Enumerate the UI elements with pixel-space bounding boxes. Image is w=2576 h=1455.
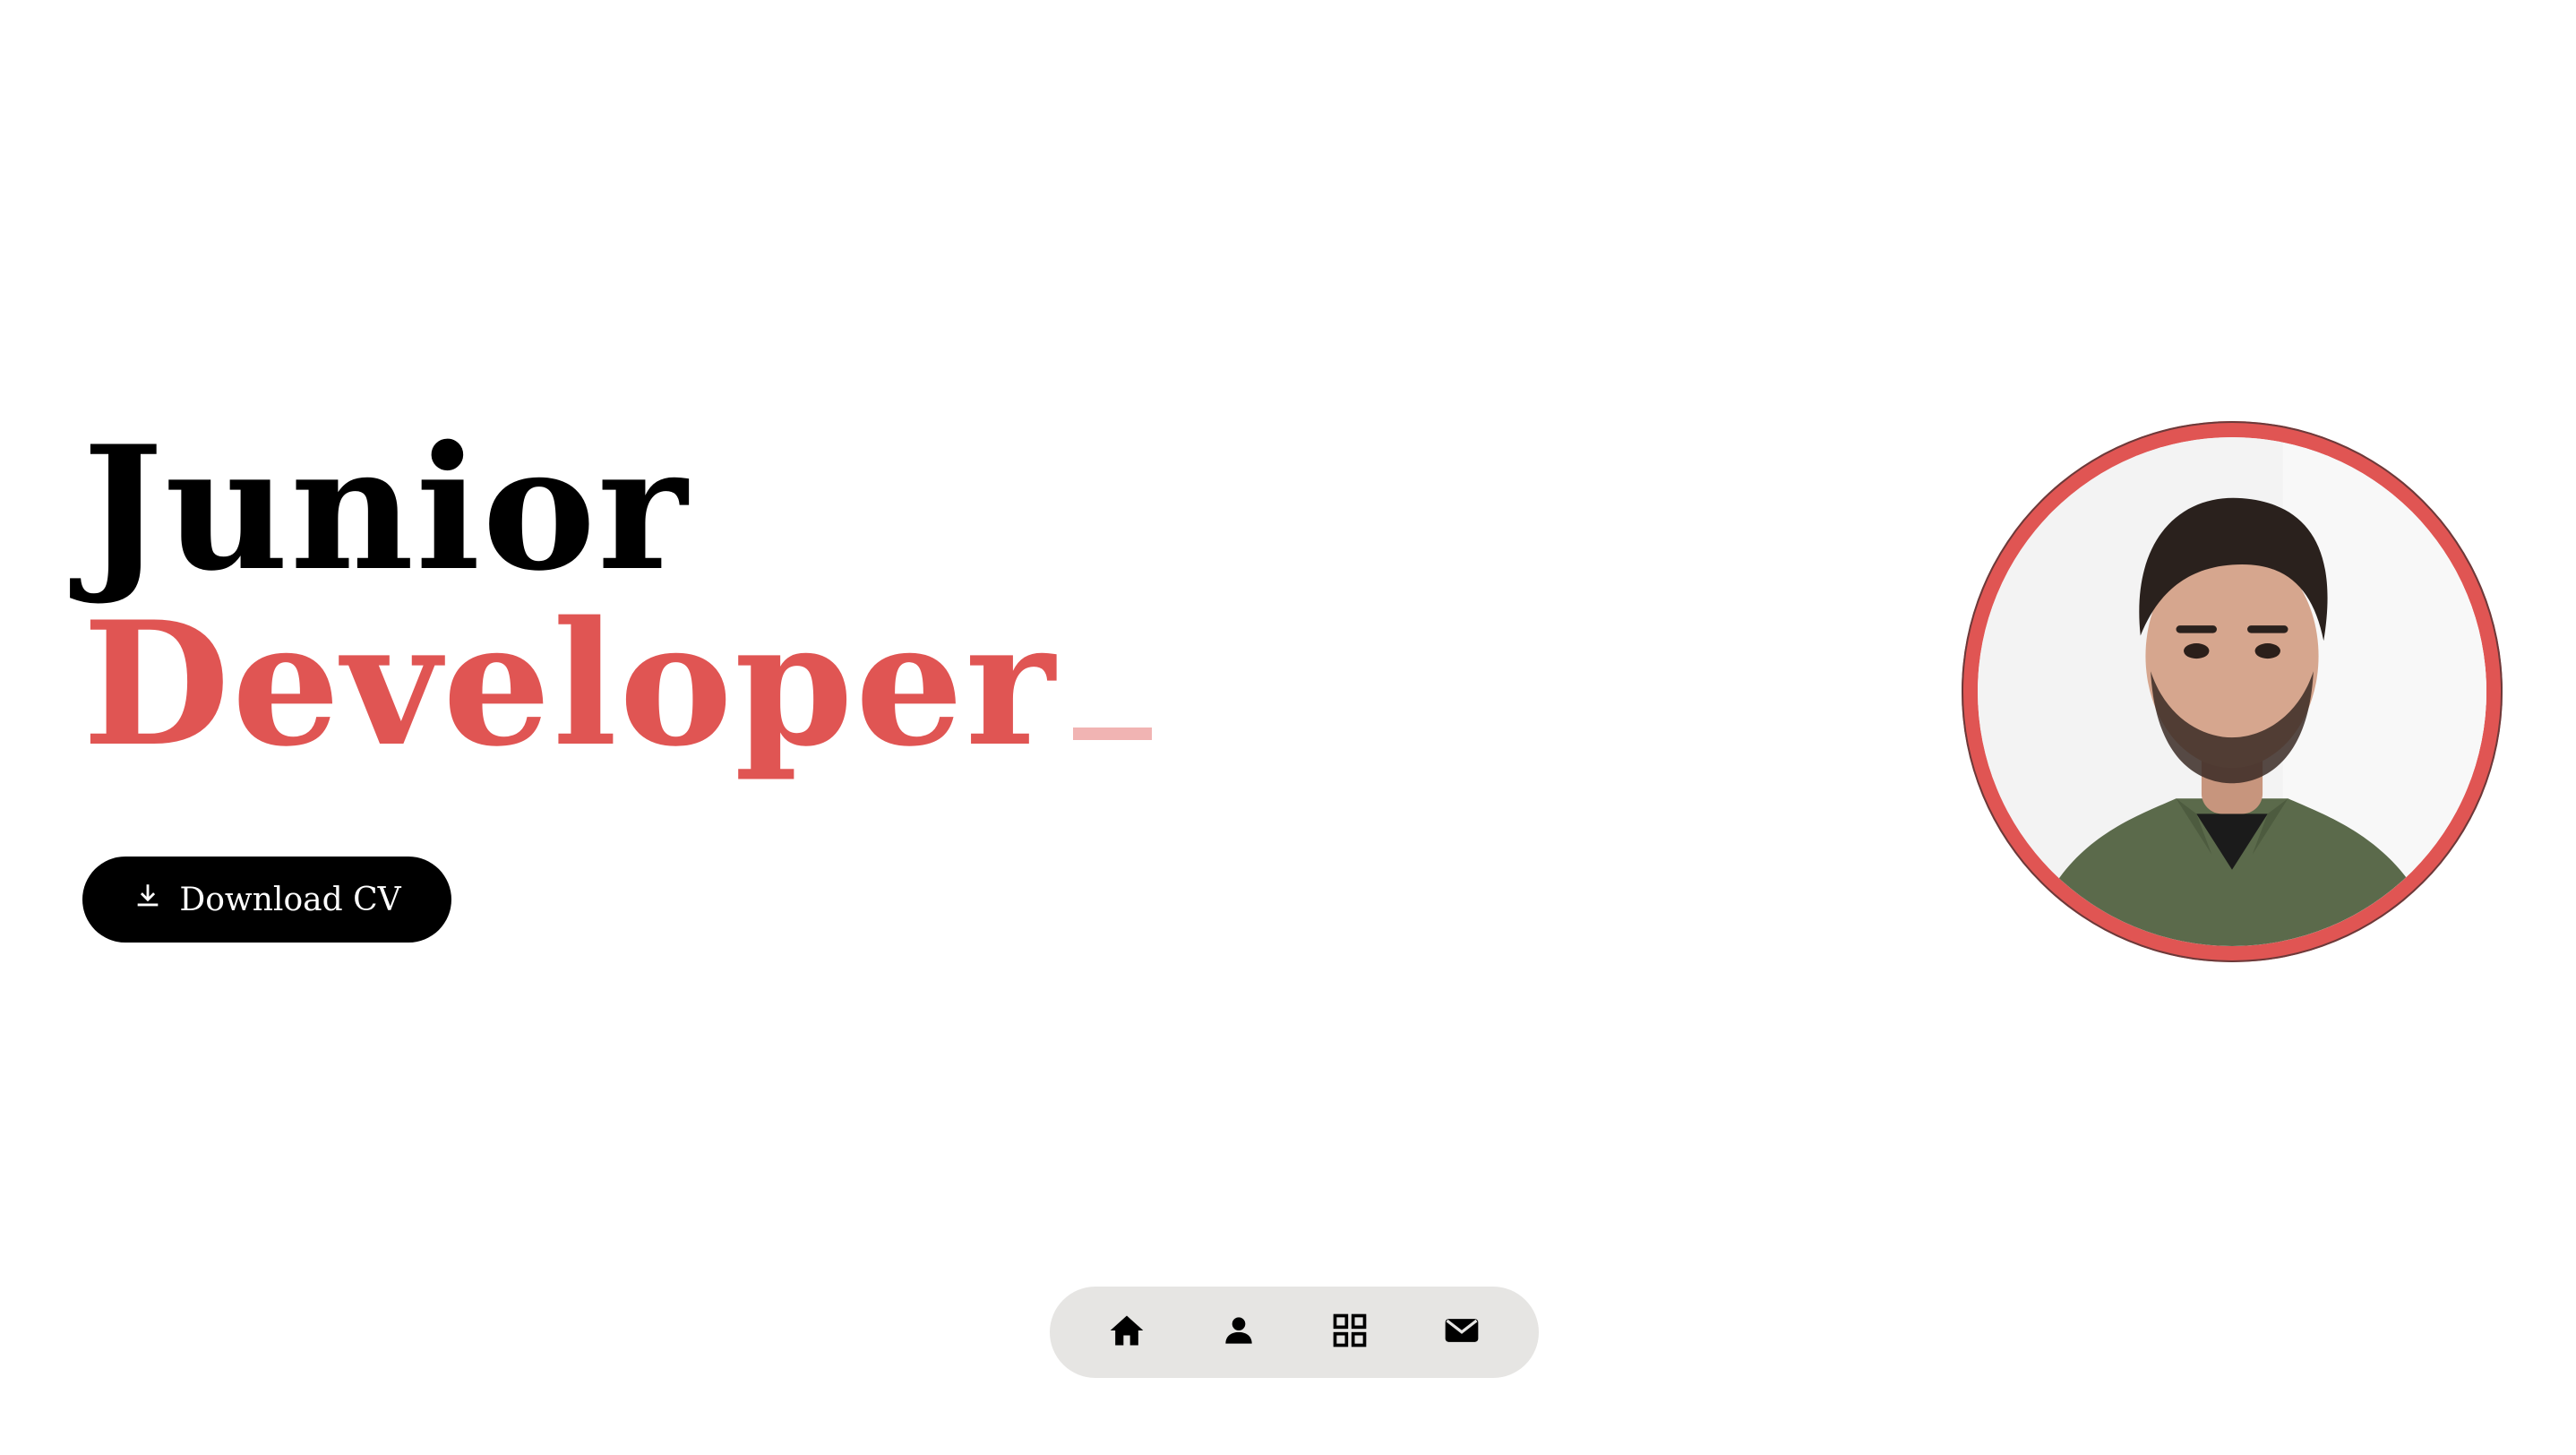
bottom-dock-nav	[1050, 1287, 1539, 1378]
dock-projects-button[interactable]	[1323, 1305, 1377, 1359]
typing-cursor	[1072, 728, 1152, 740]
dock-contact-button[interactable]	[1435, 1305, 1489, 1359]
profile-photo	[1978, 437, 2486, 946]
mail-icon	[1442, 1311, 1481, 1354]
home-icon	[1107, 1311, 1146, 1354]
hero-title-line-2: Developer	[82, 597, 1152, 772]
hero-title-accent: Developer	[82, 584, 1057, 784]
hero-heading: Junior Developer	[82, 421, 1152, 772]
dock-about-button[interactable]	[1212, 1305, 1266, 1359]
person-icon	[1219, 1311, 1258, 1354]
download-icon	[133, 881, 163, 919]
hero-title-line-1: Junior	[82, 409, 690, 608]
dock-home-button[interactable]	[1100, 1305, 1154, 1359]
profile-photo-illustration	[1978, 437, 2486, 946]
download-cv-label: Download CV	[179, 881, 401, 918]
download-cv-button[interactable]: Download CV	[82, 857, 451, 943]
page: Junior Developer Download CV	[0, 0, 2576, 1455]
avatar-frame	[1962, 421, 2503, 962]
grid-icon	[1330, 1311, 1370, 1354]
